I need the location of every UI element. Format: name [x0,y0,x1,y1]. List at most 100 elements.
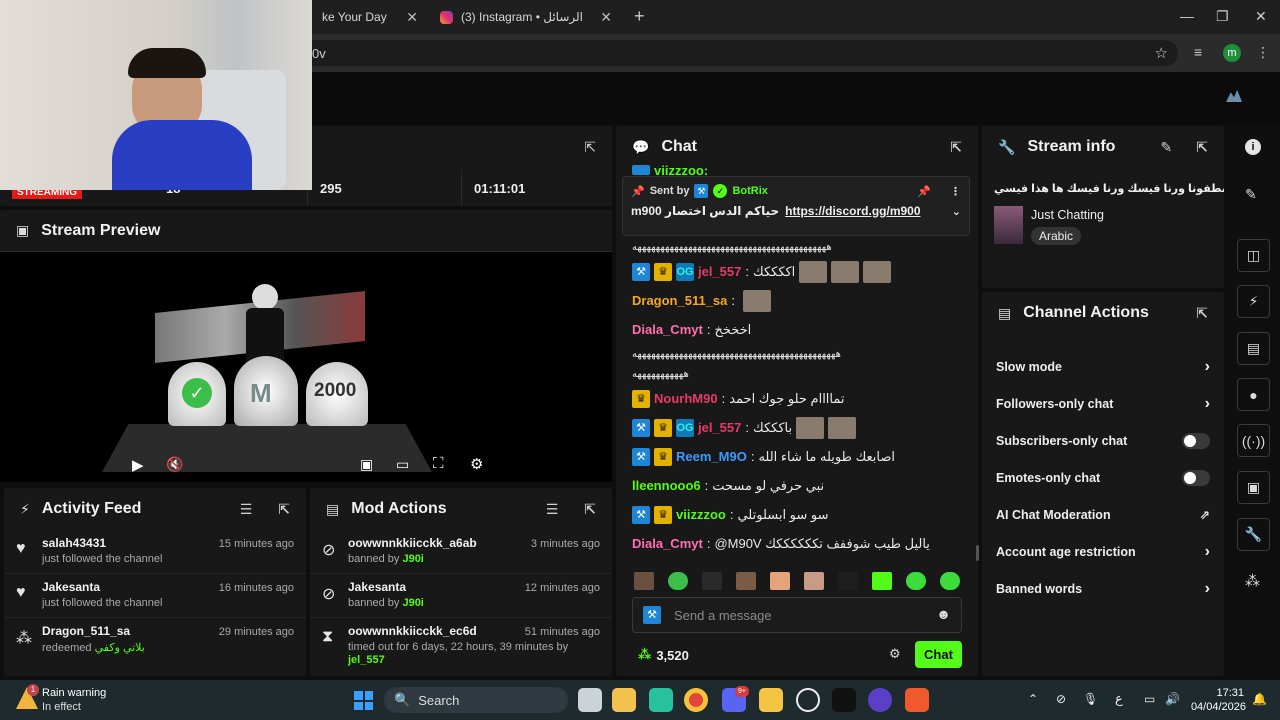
more-options-icon[interactable]: ⋮ [950,185,961,198]
broadcast-icon[interactable]: ((·)) [1237,424,1270,457]
emote-icon[interactable] [799,260,828,283]
emote-icon[interactable] [804,572,824,590]
video-player[interactable]: ✓ M 2000 ▶ 🔇 ▣ ▭ ⛶ ⚙ [0,252,612,482]
play-icon[interactable]: ▶ [132,456,144,474]
wrench-icon[interactable]: 🔧 [1237,518,1270,551]
close-tab-icon[interactable]: ✕ [600,9,612,26]
chat-input[interactable]: ⚒ Send a message ☻ [632,597,962,633]
keyboard-language[interactable]: ع [1115,691,1123,707]
app-icon[interactable] [868,688,892,712]
theater-icon[interactable]: ▭ [396,456,409,473]
channel-icon[interactable]: ▣ [1237,471,1270,504]
chat-username[interactable]: lleennooo6 [632,478,701,493]
slow-mode-row[interactable]: Slow mode › [982,348,1224,385]
unpin-icon[interactable]: 📌 [917,185,931,198]
clock-date[interactable]: 04/04/2026 [1186,701,1246,713]
teams-icon[interactable] [649,688,673,712]
popout-icon[interactable]: ⇱ [584,139,596,156]
channel-points[interactable]: ⁂ 3,520 [638,647,689,663]
fullscreen-icon[interactable]: ⛶ [433,455,444,472]
filter-icon[interactable]: ☰ [546,501,559,518]
notification-bell-icon[interactable]: 🔔 [1252,692,1267,706]
chat-username[interactable]: jel_557 [698,420,741,435]
wifi-icon[interactable]: ▭ [1144,692,1155,706]
emote-icon[interactable] [831,260,860,283]
popout-icon[interactable]: ⇱ [950,139,962,156]
lightning-icon[interactable]: ⚡ [1237,285,1270,318]
emote-icon[interactable] [863,260,892,283]
banned-words-row[interactable]: Banned words › [982,570,1224,607]
emote-icon[interactable] [736,572,756,590]
chat-settings-icon[interactable]: ⚙ [889,646,901,662]
emote-icon[interactable] [770,572,790,590]
browser-tab-instagram[interactable]: (3) Instagram • الرسائل ✕ [430,4,622,30]
popout-icon[interactable]: ⇱ [1196,305,1208,322]
close-window-icon[interactable]: ✕ [1255,8,1267,25]
pinned-sender[interactable]: BotRix [732,185,767,197]
popout-icon[interactable]: ⇱ [1196,139,1208,156]
emote-icon[interactable] [702,572,722,590]
ai-moderation-row[interactable]: AI Chat Moderation ⇗ [982,496,1224,533]
settings-icon[interactable]: ⚙ [470,455,483,473]
emote-icon[interactable] [906,572,926,590]
filter-icon[interactable]: ☰ [240,501,253,518]
emotes-only-toggle[interactable] [1182,469,1210,486]
chat-username[interactable]: NourhM90 [654,391,718,406]
obs-icon[interactable] [796,688,820,712]
brave-icon[interactable] [905,688,929,712]
maximize-icon[interactable]: ❐ [1216,8,1229,25]
chat-username[interactable]: viizzzoo: [654,164,708,176]
chrome-icon[interactable] [684,688,708,712]
subscribers-only-toggle[interactable] [1182,432,1210,449]
mute-icon[interactable]: 🔇 [166,456,183,473]
edit-icon[interactable]: ✎ [1245,186,1257,203]
mod-by-user[interactable]: J90i [402,597,423,609]
address-bar[interactable]: 0v ☆ [300,40,1178,66]
popout-icon[interactable]: ⇱ [278,501,290,518]
chat-username[interactable]: jel_557 [698,264,741,279]
star-icon[interactable]: ☆ [1155,44,1168,62]
emote-icon[interactable] [634,572,654,590]
emote-icon[interactable] [796,416,825,439]
chat-username[interactable]: Reem_M9O [676,449,747,464]
task-view-icon[interactable] [578,688,602,712]
close-tab-icon[interactable]: ✕ [406,9,418,26]
info-icon[interactable]: i [1245,139,1261,155]
emote-icon[interactable] [743,289,772,312]
emote-icon[interactable] [872,572,892,590]
reward-icon[interactable]: ⁂ [1245,572,1260,590]
weather-title[interactable]: Rain warning [42,687,106,699]
category-name[interactable]: Just Chatting [1031,208,1104,222]
emote-icon[interactable] [828,416,857,439]
chevron-up-icon[interactable]: ⌃ [1028,692,1038,706]
new-tab-button[interactable]: + [634,6,645,27]
notes-icon[interactable] [759,688,783,712]
send-chat-button[interactable]: Chat [915,641,962,668]
clock-time[interactable]: 17:31 [1186,687,1244,699]
account-age-row[interactable]: Account age restriction › [982,533,1224,570]
emote-icon[interactable] [838,572,858,590]
emote-icon[interactable] [940,572,960,590]
pip-icon[interactable]: ▣ [360,456,373,473]
pinned-link[interactable]: https://discord.gg/m900 [785,204,920,218]
chat-bubble-icon[interactable]: ● [1237,378,1270,411]
mod-by-user[interactable]: jel_557 [348,654,385,666]
browser-menu-icon[interactable]: ⋮ [1256,44,1270,61]
microphone-icon[interactable]: 🎙 [1083,692,1098,706]
document-icon[interactable]: ▤ [1237,332,1270,365]
user-avatar[interactable] [1226,90,1242,102]
followers-only-row[interactable]: Followers-only chat › [982,385,1224,422]
screenshot-icon[interactable]: ◫ [1237,239,1270,272]
profile-avatar[interactable]: m [1223,44,1241,62]
mod-by-user[interactable]: J90i [402,553,423,565]
chat-username[interactable]: Diala_Cmyt [632,322,703,337]
emoji-picker-icon[interactable]: ☻ [936,606,951,622]
chat-scrollbar[interactable] [976,545,979,561]
popout-icon[interactable]: ⇱ [584,501,596,518]
browser-tab[interactable]: ke Your Day ✕ [312,4,428,30]
windows-start-icon[interactable] [354,691,373,710]
chat-username[interactable]: viizzzoo [676,507,726,522]
edit-icon[interactable]: ✎ [1161,139,1173,156]
media-controls-icon[interactable]: ≡ [1194,44,1202,60]
file-explorer-icon[interactable] [612,688,636,712]
